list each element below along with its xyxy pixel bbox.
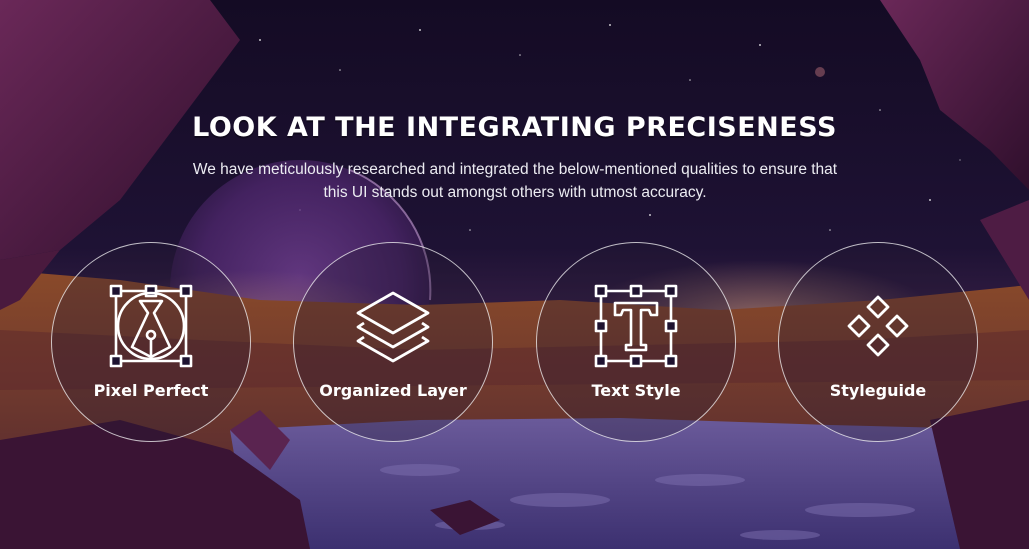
pen-tool-icon [108,283,194,369]
text-style-icon [593,283,679,369]
layers-icon [350,283,436,369]
feature-label: Organized Layer [319,381,467,400]
hero-section: LOOK AT THE INTEGRATING PRECISENESS We h… [0,0,1029,549]
feature-card-organized-layer[interactable]: Organized Layer [293,242,493,442]
section-subtitle: We have meticulously researched and inte… [192,161,838,201]
styleguide-icon [835,283,921,369]
feature-card-text-style[interactable]: Text Style [536,242,736,442]
feature-label: Pixel Perfect [93,381,209,400]
feature-card-styleguide[interactable]: Styleguide [778,242,978,442]
feature-label: Text Style [591,381,681,400]
feature-card-pixel-perfect[interactable]: Pixel Perfect [51,242,251,442]
feature-label: Styleguide [829,381,927,400]
content-layer: LOOK AT THE INTEGRATING PRECISENESS We h… [0,0,1029,549]
section-title: LOOK AT THE INTEGRATING PRECISENESS [192,112,837,143]
